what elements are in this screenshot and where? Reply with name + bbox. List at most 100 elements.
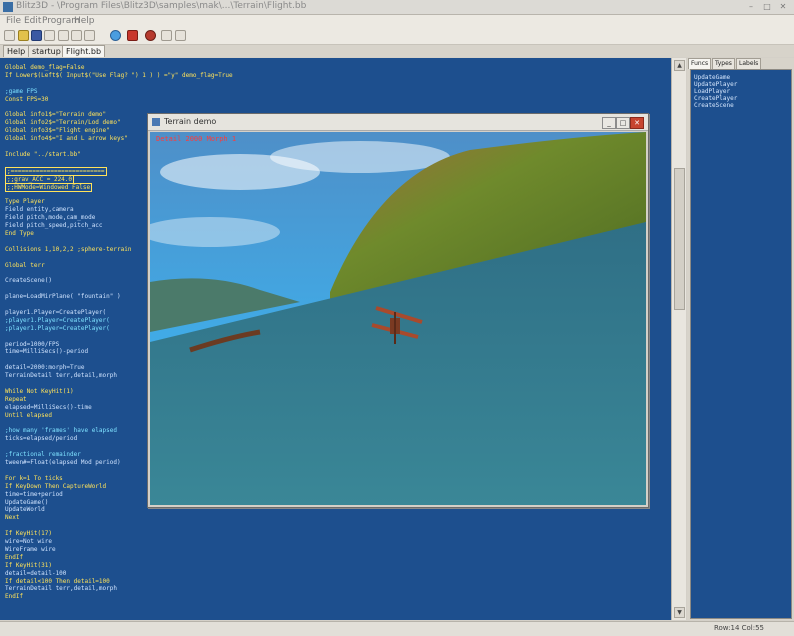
list-item[interactable]: CreatePlayer <box>694 95 737 102</box>
code-line: time=time+period <box>5 490 63 498</box>
code-line: Field pitch_speed,pitch_acc <box>5 222 103 229</box>
cursor-position: Row:14 Col:55 <box>713 624 764 632</box>
code-line: If KeyHit(31) <box>5 561 52 569</box>
code-line: elapsed=MilliSecs()-time <box>5 403 92 411</box>
maximize-button[interactable]: □ <box>760 1 774 12</box>
demo-window[interactable]: Terrain demo _ □ ✕ Detail 2000 Morph 1 <box>147 113 649 508</box>
toolbar <box>0 28 794 45</box>
tab-help[interactable]: Help <box>3 45 30 57</box>
close-icon[interactable] <box>44 30 55 41</box>
code-line: Field pitch,mode,cam_mode <box>5 214 96 222</box>
menu-edit[interactable]: Edit <box>24 16 41 26</box>
tab-startup[interactable]: startup <box>28 45 65 57</box>
cloud <box>270 141 450 173</box>
side-panel: Funcs Types Labels UpdateGame UpdatePlay… <box>687 58 794 620</box>
code-line: detail=2000:morph=True <box>5 364 85 372</box>
copy-icon[interactable] <box>71 30 82 41</box>
code-line: player1.Player=CreatePlayer( <box>5 308 107 316</box>
list-item[interactable]: UpdateGame <box>694 74 730 81</box>
scroll-down-icon[interactable]: ▼ <box>674 607 685 618</box>
code-line: tween#=Float(elapsed Mod period) <box>5 459 121 466</box>
debug-icon[interactable] <box>161 30 172 41</box>
code-line: If detail<100 Then detail=100 <box>5 577 110 585</box>
code-line: ;fractional remainder <box>5 451 81 459</box>
code-line: ;game FPS <box>5 87 38 95</box>
help-icon[interactable] <box>175 30 186 41</box>
code-line: TerrainDetail terr,detail,morph <box>5 372 117 380</box>
code-line: plane=LoadMirPlane( "fountain" ) <box>5 293 121 301</box>
tab-types[interactable]: Types <box>712 58 735 69</box>
status-bar: Row:14 Col:55 <box>0 621 794 636</box>
editor-scrollbar[interactable]: ▲ ▼ <box>671 58 686 620</box>
app-icon <box>3 2 13 12</box>
run-icon[interactable] <box>127 30 138 41</box>
code-line: If Lower$(Left$( Input$("Use Flag? ") 1 … <box>5 71 233 79</box>
menu-help[interactable]: Help <box>74 16 95 26</box>
code-line: Global info4$="I and L arrow keys" <box>5 135 128 143</box>
code-line: Type Player <box>5 198 45 206</box>
list-item[interactable]: UpdatePlayer <box>694 81 737 88</box>
code-line: Global info3$="Flight engine" <box>5 127 110 135</box>
minimize-button[interactable]: – <box>744 1 758 12</box>
code-line: UpdateGame() <box>5 498 49 506</box>
scroll-thumb[interactable] <box>674 168 685 310</box>
save-icon[interactable] <box>31 30 42 41</box>
tab-flight[interactable]: Flight.bb <box>62 45 106 57</box>
code-line: ;player1.Player=CreatePlayer( <box>5 324 110 332</box>
list-item[interactable]: LoadPlayer <box>694 88 730 95</box>
list-item[interactable]: CreateScene <box>694 102 734 109</box>
code-line: WireFrame wire <box>5 545 56 553</box>
code-line: Const FPS=30 <box>5 95 49 103</box>
demo-title-bar[interactable]: Terrain demo _ □ ✕ <box>148 114 648 131</box>
demo-close-button[interactable]: ✕ <box>630 117 644 129</box>
close-button[interactable]: ✕ <box>776 1 790 12</box>
code-line: TerrainDetail terr,detail,morph <box>5 585 117 593</box>
code-line: ;;HWMode=Windowed False <box>5 182 93 192</box>
code-line: EndIf <box>5 553 24 561</box>
code-line: If KeyHit(17) <box>5 530 52 538</box>
menu-file[interactable]: File <box>6 16 21 26</box>
code-line: CreateScene() <box>5 277 52 285</box>
code-line: Collisions 1,10,2,2 ;sphere-terrain <box>5 245 132 253</box>
demo-minimize-button[interactable]: _ <box>602 117 616 129</box>
code-line: ;how many 'frames' have elapsed <box>5 427 117 435</box>
code-line: Global demo_flag=False <box>5 64 85 71</box>
code-line: If KeyDown Then CaptureWorld <box>5 482 107 490</box>
scroll-up-icon[interactable]: ▲ <box>674 60 685 71</box>
code-line: UpdateWorld <box>5 506 45 514</box>
code-line: time=MilliSecs()-period <box>5 348 89 356</box>
code-line: End Type <box>5 229 34 237</box>
info-text: Detail 2000 Morph 1 <box>156 135 237 143</box>
code-line: period=1000/FPS <box>5 340 60 348</box>
find-icon[interactable] <box>110 30 121 41</box>
code-line: Global info2$="Terrain/Lod demo" <box>5 119 121 127</box>
new-icon[interactable] <box>4 30 15 41</box>
function-list: UpdateGame UpdatePlayer LoadPlayer Creat… <box>690 69 792 619</box>
file-tabs: Help startup Flight.bb <box>0 45 794 57</box>
code-line: Next <box>5 514 20 522</box>
code-line: Field entity,camera <box>5 206 74 214</box>
open-icon[interactable] <box>18 30 29 41</box>
menu-bar: File Edit Program Help <box>0 15 794 28</box>
code-line: ticks=elapsed/period <box>5 435 78 443</box>
code-line: Until elapsed <box>5 411 52 419</box>
demo-title: Terrain demo <box>164 117 217 126</box>
code-line: While Not KeyHit(1) <box>5 387 74 395</box>
code-line: ;player1.Player=CreatePlayer( <box>5 316 110 324</box>
terrain-scene <box>150 132 646 505</box>
window-title: Blitz3D - \Program Files\Blitz3D\samples… <box>16 1 307 11</box>
code-line: Global terr <box>5 261 45 269</box>
cut-icon[interactable] <box>58 30 69 41</box>
code-line: Include "../start.bb" <box>5 150 81 158</box>
tab-labels[interactable]: Labels <box>736 58 762 69</box>
stop-icon[interactable] <box>145 30 156 41</box>
tab-funcs[interactable]: Funcs <box>688 58 712 69</box>
code-line: detail=detail-100 <box>5 569 67 577</box>
demo-maximize-button[interactable]: □ <box>616 117 630 129</box>
code-line: Repeat <box>5 395 27 403</box>
3d-viewport[interactable]: Detail 2000 Morph 1 <box>150 132 646 505</box>
main-title-bar: Blitz3D - \Program Files\Blitz3D\samples… <box>0 0 794 15</box>
code-line: wire=Not wire <box>5 538 52 545</box>
code-line: Global info1$="Terrain demo" <box>5 111 107 119</box>
paste-icon[interactable] <box>84 30 95 41</box>
